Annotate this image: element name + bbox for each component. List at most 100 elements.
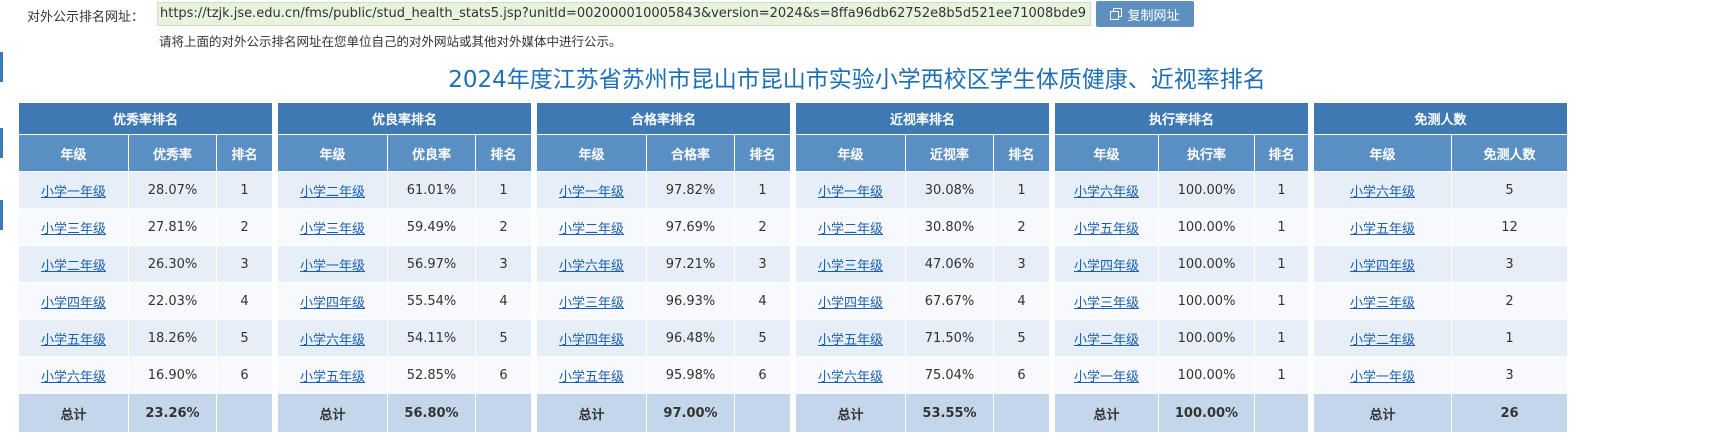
copy-url-button[interactable]: 复制网址 [1096, 1, 1194, 27]
grade-link[interactable]: 小学四年级 [41, 296, 106, 311]
grade-link[interactable]: 小学六年级 [1350, 185, 1415, 200]
grade-link[interactable]: 小学四年级 [818, 296, 883, 311]
value-cell: 100.00% [1159, 283, 1255, 320]
column-header-value: 合格率 [647, 135, 735, 172]
column-header-value: 近视率 [906, 135, 994, 172]
rank-cell: 6 [735, 357, 792, 394]
table-row: 小学四年级 3 [1314, 246, 1569, 283]
rank-cell: 1 [217, 172, 274, 209]
table-row: 小学一年级 30.08% 1 [796, 172, 1051, 209]
table-row: 小学四年级 55.54% 4 [278, 283, 533, 320]
grade-link[interactable]: 小学二年级 [1350, 333, 1415, 348]
grade-link[interactable]: 小学六年级 [1074, 185, 1139, 200]
value-cell: 3 [1452, 246, 1569, 283]
grade-link[interactable]: 小学二年级 [559, 222, 624, 237]
total-row: 总计 26 [1314, 394, 1569, 433]
value-cell: 55.54% [388, 283, 476, 320]
value-cell: 95.98% [647, 357, 735, 394]
grade-link[interactable]: 小学一年级 [300, 259, 365, 274]
grade-link[interactable]: 小学三年级 [1074, 296, 1139, 311]
table-row: 小学四年级 22.03% 4 [19, 283, 274, 320]
rank-cell: 6 [476, 357, 533, 394]
table-row: 小学二年级 26.30% 3 [19, 246, 274, 283]
table-row: 小学三年级 2 [1314, 283, 1569, 320]
grade-link[interactable]: 小学三年级 [559, 296, 624, 311]
value-cell: 97.82% [647, 172, 735, 209]
grade-link[interactable]: 小学五年级 [41, 333, 106, 348]
table-row: 小学二年级 61.01% 1 [278, 172, 533, 209]
table-row: 小学一年级 28.07% 1 [19, 172, 274, 209]
public-url-field[interactable]: https://tzjk.jse.edu.cn/fms/public/stud_… [157, 2, 1091, 26]
publish-hint: 请将上面的对外公示排名网址在您单位自己的对外网站或其他对外媒体中进行公示。 [159, 34, 622, 49]
table-title: 优良率排名 [278, 103, 533, 135]
table-row: 小学一年级 3 [1314, 357, 1569, 394]
value-cell: 28.07% [129, 172, 217, 209]
value-cell: 100.00% [1159, 246, 1255, 283]
rank-cell: 4 [994, 283, 1051, 320]
grade-link[interactable]: 小学三年级 [818, 259, 883, 274]
total-label: 总计 [19, 394, 129, 433]
grade-link[interactable]: 小学二年级 [1074, 333, 1139, 348]
total-row: 总计 56.80% [278, 394, 533, 433]
total-label: 总计 [1314, 394, 1452, 433]
grade-link[interactable]: 小学一年级 [41, 185, 106, 200]
value-cell: 22.03% [129, 283, 217, 320]
grade-link[interactable]: 小学一年级 [1074, 370, 1139, 385]
ranking-table-pass: 合格率排名 年级 合格率 排名 小学一年级 97.82% 1 小学二年级 97.… [537, 103, 792, 433]
value-cell: 3 [1452, 357, 1569, 394]
grade-link[interactable]: 小学六年级 [41, 370, 106, 385]
rank-cell: 2 [994, 209, 1051, 246]
grade-link[interactable]: 小学五年级 [1074, 222, 1139, 237]
grade-link[interactable]: 小学四年级 [559, 333, 624, 348]
table-row: 小学二年级 1 [1314, 320, 1569, 357]
grade-link[interactable]: 小学五年级 [818, 333, 883, 348]
total-value: 53.55% [906, 394, 994, 433]
table-row: 小学三年级 27.81% 2 [19, 209, 274, 246]
total-value: 97.00% [647, 394, 735, 433]
column-header-rank: 排名 [1255, 135, 1310, 172]
grade-link[interactable]: 小学五年级 [1350, 222, 1415, 237]
rank-cell: 3 [217, 246, 274, 283]
total-row: 总计 23.26% [19, 394, 274, 433]
grade-link[interactable]: 小学四年级 [1350, 259, 1415, 274]
grade-link[interactable]: 小学三年级 [300, 222, 365, 237]
value-cell: 61.01% [388, 172, 476, 209]
grade-link[interactable]: 小学二年级 [300, 185, 365, 200]
value-cell: 30.80% [906, 209, 994, 246]
rank-cell: 4 [476, 283, 533, 320]
column-header-grade: 年级 [796, 135, 906, 172]
copy-icon [1110, 8, 1123, 20]
grade-link[interactable]: 小学四年级 [1074, 259, 1139, 274]
table-row: 小学三年级 59.49% 2 [278, 209, 533, 246]
ranking-table-excellent: 优秀率排名 年级 优秀率 排名 小学一年级 28.07% 1 小学三年级 27.… [19, 103, 274, 433]
grade-link[interactable]: 小学一年级 [818, 185, 883, 200]
table-row: 小学五年级 18.26% 5 [19, 320, 274, 357]
ranking-tables: 优秀率排名 年级 优秀率 排名 小学一年级 28.07% 1 小学三年级 27.… [19, 103, 1714, 433]
column-header-rank: 排名 [476, 135, 533, 172]
grade-link[interactable]: 小学一年级 [559, 185, 624, 200]
grade-link[interactable]: 小学六年级 [818, 370, 883, 385]
grade-link[interactable]: 小学一年级 [1350, 370, 1415, 385]
ranking-table-execution: 执行率排名 年级 执行率 排名 小学六年级 100.00% 1 小学五年级 10… [1055, 103, 1310, 433]
grade-link[interactable]: 小学三年级 [1350, 296, 1415, 311]
value-cell: 54.11% [388, 320, 476, 357]
total-label: 总计 [278, 394, 388, 433]
grade-link[interactable]: 小学五年级 [559, 370, 624, 385]
total-label: 总计 [796, 394, 906, 433]
grade-link[interactable]: 小学六年级 [300, 333, 365, 348]
column-header-value: 免测人数 [1452, 135, 1569, 172]
table-title: 近视率排名 [796, 103, 1051, 135]
column-header-grade: 年级 [537, 135, 647, 172]
rank-cell: 1 [1255, 209, 1310, 246]
total-rank-empty [735, 394, 792, 433]
page-title: 2024年度江苏省苏州市昆山市昆山市实验小学西校区学生体质健康、近视率排名 [448, 67, 1266, 93]
grade-link[interactable]: 小学二年级 [818, 222, 883, 237]
table-row: 小学一年级 97.82% 1 [537, 172, 792, 209]
grade-link[interactable]: 小学三年级 [41, 222, 106, 237]
grade-link[interactable]: 小学五年级 [300, 370, 365, 385]
value-cell: 100.00% [1159, 172, 1255, 209]
grade-link[interactable]: 小学二年级 [41, 259, 106, 274]
grade-link[interactable]: 小学四年级 [300, 296, 365, 311]
value-cell: 26.30% [129, 246, 217, 283]
grade-link[interactable]: 小学六年级 [559, 259, 624, 274]
